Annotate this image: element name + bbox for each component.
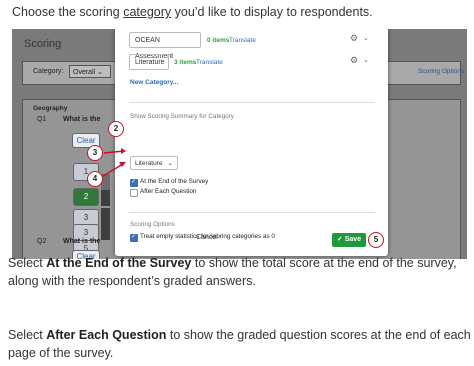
paragraph-end-of-survey: Select At the End of the Survey to show … <box>8 254 474 290</box>
arrowhead-3 <box>121 148 126 154</box>
paragraph-after-each-question: Select After Each Question to show the g… <box>8 326 474 362</box>
annotation-arrows <box>102 148 126 177</box>
para1-bold: At the End of the Survey <box>46 256 192 270</box>
para2-bold: After Each Question <box>46 328 167 342</box>
para2-before: Select <box>8 328 47 342</box>
para1-before: Select <box>8 256 47 270</box>
arrow-4 <box>102 163 124 177</box>
